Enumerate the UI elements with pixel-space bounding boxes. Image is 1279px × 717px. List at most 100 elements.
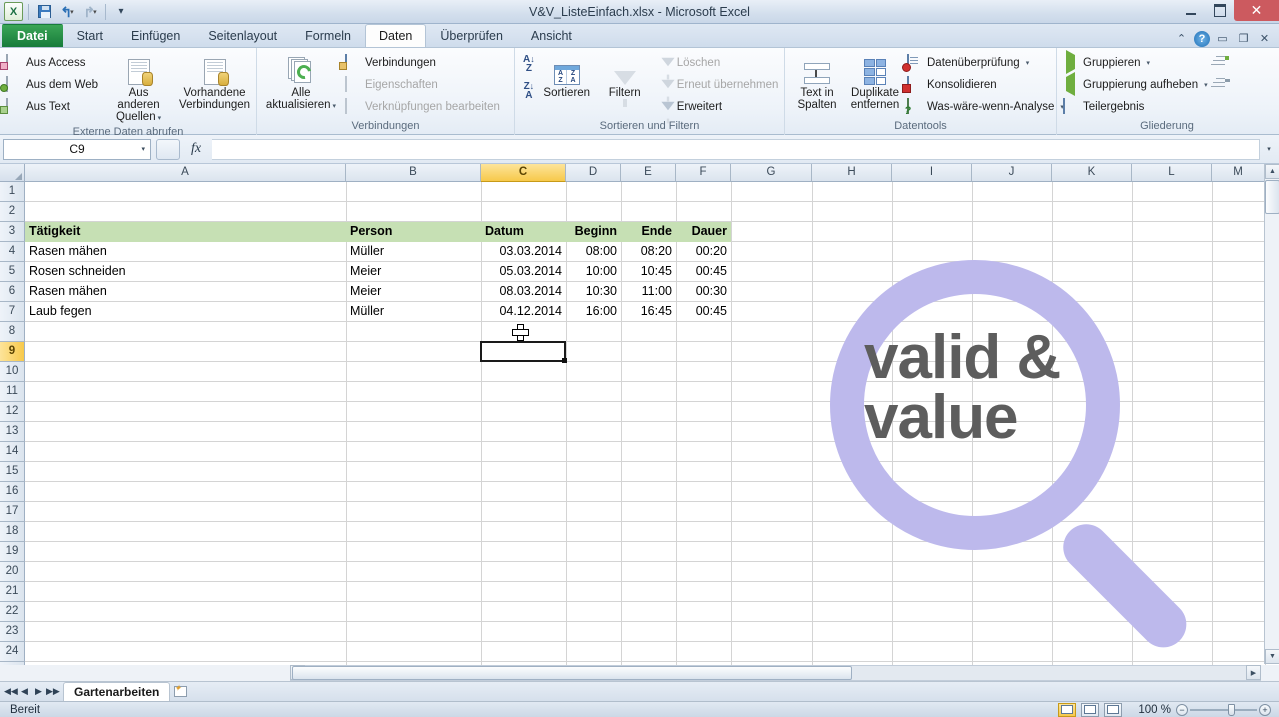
gruppierung-aufheben-button[interactable]: Gruppierung aufheben ▾ [1061, 71, 1221, 96]
cell-C4[interactable]: 03.03.2014 [482, 242, 565, 262]
tab-ueberpruefen[interactable]: Überprüfen [426, 24, 517, 47]
tab-start[interactable]: Start [63, 24, 117, 47]
loeschen-button[interactable]: Löschen [655, 52, 783, 79]
column-header-k[interactable]: K [1052, 164, 1132, 182]
row-header-8[interactable]: 8 [0, 322, 25, 342]
row-header-18[interactable]: 18 [0, 522, 25, 542]
zoom-in-button[interactable]: + [1259, 703, 1271, 716]
alle-aktualisieren-button[interactable]: Alle aktualisieren ▾ [261, 51, 341, 113]
restore-window-icon[interactable]: ▭ [1214, 30, 1231, 47]
cell-D4[interactable]: 08:00 [567, 242, 620, 262]
column-header-l[interactable]: L [1132, 164, 1212, 182]
filtern-button[interactable]: Filtern [597, 51, 653, 107]
chevron-down-icon[interactable]: ▾ [141, 145, 145, 153]
sortieren-button[interactable]: AZZA Sortieren [539, 51, 595, 99]
zoom-slider[interactable]: − + [1176, 703, 1271, 717]
tab-einfuegen[interactable]: Einfügen [117, 24, 194, 47]
cell-E3[interactable]: Ende [622, 222, 675, 242]
verknuepfungen-bearbeiten-button[interactable]: Verknüpfungen bearbeiten [343, 96, 510, 117]
aus-anderen-quellen-button[interactable]: Aus anderen Quellen ▾ [102, 51, 175, 125]
row-header-11[interactable]: 11 [0, 382, 25, 402]
fill-handle[interactable] [562, 358, 567, 363]
row-header-10[interactable]: 10 [0, 362, 25, 382]
aus-dem-web-button[interactable]: Aus dem Web [0, 74, 100, 95]
teilergebnis-button[interactable]: Teilergebnis [1061, 96, 1221, 117]
column-header-b[interactable]: B [346, 164, 481, 182]
nav-last-sheet-icon[interactable]: ▶▶ [46, 686, 60, 697]
column-header-a[interactable]: A [25, 164, 346, 182]
name-box[interactable]: C9 ▾ [3, 138, 151, 160]
row-header-6[interactable]: 6 [0, 282, 25, 302]
sheet-tab-gartenarbeiten[interactable]: Gartenarbeiten [63, 682, 171, 701]
column-header-g[interactable]: G [731, 164, 812, 182]
nav-first-sheet-icon[interactable]: ◀◀ [4, 686, 18, 697]
column-header-c[interactable]: C [481, 164, 566, 182]
row-header-14[interactable]: 14 [0, 442, 25, 462]
cell-D3[interactable]: Beginn [567, 222, 620, 242]
zoom-track[interactable] [1190, 708, 1257, 711]
column-header-e[interactable]: E [621, 164, 676, 182]
tab-seitenlayout[interactable]: Seitenlayout [194, 24, 291, 47]
cell-E5[interactable]: 10:45 [622, 262, 675, 282]
row-header-5[interactable]: 5 [0, 262, 25, 282]
cell-F7[interactable]: 00:45 [677, 302, 730, 322]
cell-A6[interactable]: Rasen mähen [26, 282, 345, 302]
konsolidieren-button[interactable]: Konsolidieren [902, 74, 1065, 95]
page-break-view-button[interactable] [1104, 702, 1122, 717]
cell-F3[interactable]: Dauer [677, 222, 730, 242]
cell-B7[interactable]: Müller [347, 302, 480, 322]
sort-descending-button[interactable]: Z↓ A [523, 82, 535, 101]
vertical-scrollbar[interactable]: ▲ ▼ [1264, 164, 1279, 664]
cell-F6[interactable]: 00:30 [677, 282, 730, 302]
duplikate-entfernen-button[interactable]: Duplikate entfernen [847, 51, 903, 111]
zoom-out-button[interactable]: − [1176, 703, 1188, 716]
datenueberpruefung-button[interactable]: Datenüberprüfung ▾ [902, 52, 1065, 73]
cell-D7[interactable]: 16:00 [567, 302, 620, 322]
cell-C3[interactable]: Datum [482, 222, 565, 242]
close-window-icon[interactable]: ✕ [1256, 30, 1273, 47]
column-header-i[interactable]: I [892, 164, 972, 182]
cell-F4[interactable]: 00:20 [677, 242, 730, 262]
collapse-ribbon-icon[interactable]: ⌃ [1173, 30, 1190, 47]
eigenschaften-button[interactable]: Eigenschaften [343, 74, 510, 95]
cell-B3[interactable]: Person [347, 222, 480, 242]
row-header-17[interactable]: 17 [0, 502, 25, 522]
vorhandene-verbindungen-button[interactable]: Vorhandene Verbindungen [177, 51, 252, 111]
insert-function-icon[interactable]: fx [180, 141, 212, 157]
was-waere-wenn-analyse-button[interactable]: ? Was-wäre-wenn-Analyse ▾ [904, 96, 1065, 117]
undo-caret-icon[interactable]: ▾ [70, 8, 74, 16]
page-layout-view-button[interactable] [1081, 702, 1099, 717]
horizontal-scrollbar[interactable]: ◀ ▶ [0, 665, 1279, 681]
redo-button[interactable]: ↱ ▾ [80, 2, 100, 22]
maximize-window-icon[interactable]: ❐ [1235, 30, 1252, 47]
tab-daten[interactable]: Daten [365, 24, 427, 47]
column-header-j[interactable]: J [972, 164, 1052, 182]
row-header-22[interactable]: 22 [0, 602, 25, 622]
select-all-button[interactable] [0, 164, 25, 182]
undo-button[interactable]: ↰ ▾ [57, 2, 77, 22]
cells-area[interactable]: valid & value Tätigkeit Person Datum Beginn… [25, 182, 1279, 681]
hide-detail-button[interactable] [1211, 74, 1263, 95]
row-header-16[interactable]: 16 [0, 482, 25, 502]
row-header-15[interactable]: 15 [0, 462, 25, 482]
sort-ascending-button[interactable]: A↓ Z [523, 55, 535, 74]
row-header-19[interactable]: 19 [0, 542, 25, 562]
cell-C6[interactable]: 08.03.2014 [482, 282, 565, 302]
aus-text-button[interactable]: Aus Text [0, 96, 100, 117]
chevron-down-icon[interactable]: ▾ [333, 103, 337, 110]
formula-input[interactable] [212, 138, 1260, 160]
row-header-2[interactable]: 2 [0, 202, 25, 222]
row-header-13[interactable]: 13 [0, 422, 25, 442]
zoom-level-label[interactable]: 100 % [1127, 704, 1171, 716]
row-header-24[interactable]: 24 [0, 642, 25, 662]
chevron-down-icon[interactable]: ▾ [1026, 59, 1030, 67]
tab-formeln[interactable]: Formeln [291, 24, 365, 47]
row-header-7[interactable]: 7 [0, 302, 25, 322]
vscroll-thumb[interactable] [1265, 180, 1279, 214]
cell-C7[interactable]: 04.12.2014 [482, 302, 565, 322]
save-button[interactable] [34, 2, 54, 22]
selected-cell-outline[interactable] [480, 341, 567, 363]
cell-E4[interactable]: 08:20 [622, 242, 675, 262]
normal-view-button[interactable] [1058, 702, 1076, 717]
gruppieren-button[interactable]: Gruppieren ▾ [1061, 49, 1221, 74]
